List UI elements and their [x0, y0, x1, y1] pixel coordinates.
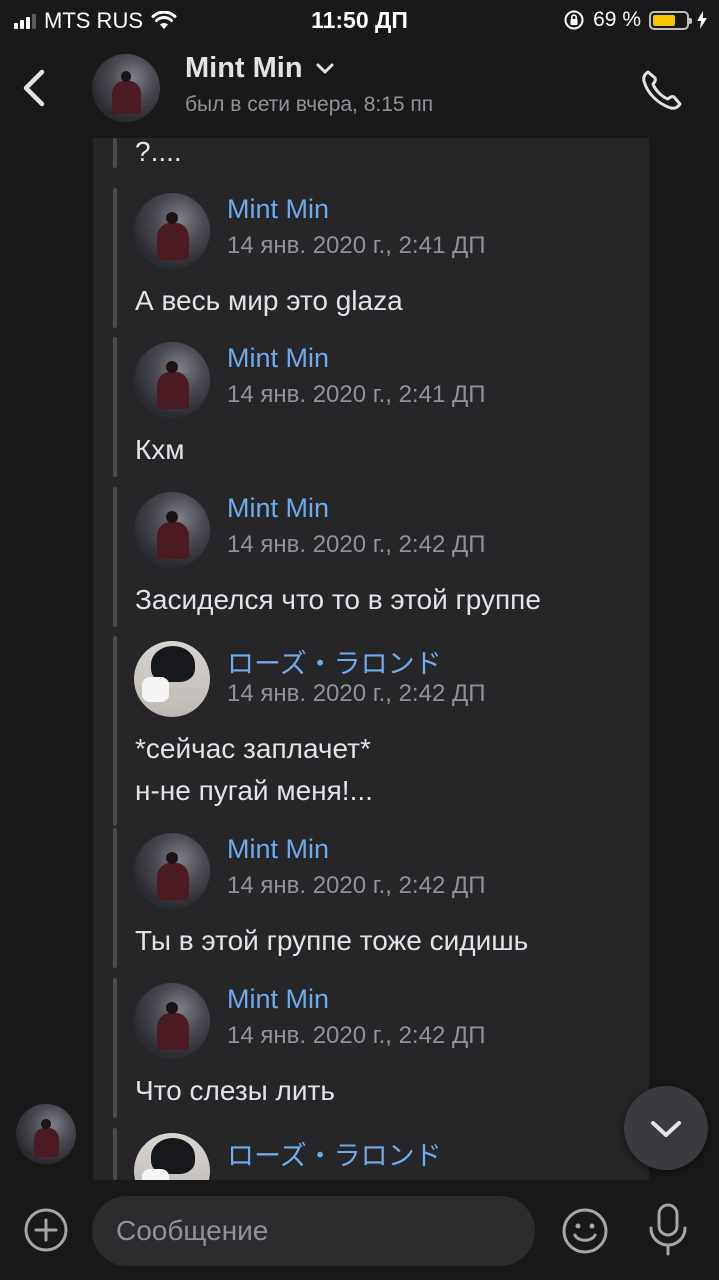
message-line: Что слезы лить [135, 1075, 335, 1106]
message-text: Что слезы лить [135, 1070, 335, 1112]
avatar[interactable] [134, 492, 210, 568]
avatar[interactable] [134, 342, 210, 418]
message-date: 14 янв. 2020 г., 2:42 ДП [227, 1022, 486, 1049]
message-input[interactable] [92, 1196, 535, 1266]
forward-bar [113, 188, 117, 328]
author-name[interactable]: ローズ・ラロンド [227, 642, 442, 681]
message-line: Кхм [135, 434, 185, 465]
author-name[interactable]: Mint Min [227, 493, 329, 524]
forward-bar [113, 978, 117, 1118]
microphone-icon[interactable] [646, 1202, 690, 1258]
message-date: 14 янв. 2020 г., 2:42 ДП [227, 531, 486, 558]
avatar[interactable] [134, 983, 210, 1059]
forwarded-message[interactable]: ローズ・ラロンド [113, 1128, 633, 1180]
forwarded-message[interactable]: Mint Min 14 янв. 2020 г., 2:41 ДП Кхм [113, 337, 633, 477]
author-name[interactable]: Mint Min [227, 984, 329, 1015]
chat-header: Mint Min был в сети вчера, 8:15 пп [0, 40, 719, 136]
message-date: 14 янв. 2020 г., 2:41 ДП [227, 381, 486, 408]
avatar[interactable] [134, 641, 210, 717]
message-text: Кхм [135, 429, 185, 471]
message-line: А весь мир это glaza [135, 285, 403, 316]
message-line: Ты в этой группе тоже сидишь [135, 925, 529, 956]
forwarded-message[interactable]: Mint Min 14 янв. 2020 г., 2:42 ДП Засиделс… [113, 487, 633, 627]
sender-avatar[interactable] [16, 1104, 76, 1164]
avatar[interactable] [134, 193, 210, 269]
author-name[interactable]: Mint Min [227, 834, 329, 865]
forward-bar [113, 1128, 117, 1180]
message-date: 14 янв. 2020 г., 2:41 ДП [227, 232, 486, 259]
rotation-lock-icon [564, 10, 584, 30]
forwarded-message[interactable]: Mint Min 14 янв. 2020 г., 2:42 ДП Ты в это… [113, 828, 633, 968]
phone-icon[interactable] [638, 66, 686, 114]
message-date: 14 янв. 2020 г., 2:42 ДП [227, 872, 486, 899]
avatar[interactable] [134, 1133, 210, 1180]
battery-icon [649, 10, 692, 30]
chat-title-text: Mint Min [185, 52, 303, 84]
forwarded-message[interactable]: Mint Min 14 янв. 2020 г., 2:42 ДП Что слез… [113, 978, 633, 1118]
message-text: А весь мир это glaza [135, 280, 403, 322]
message-date: 14 янв. 2020 г., 2:42 ДП [227, 680, 486, 707]
chat-title[interactable]: Mint Min [185, 52, 335, 85]
attach-plus-icon[interactable] [22, 1206, 70, 1254]
message-text: *сейчас заплачет* н-не пугай меня!... [135, 728, 373, 812]
message-text: Засиделся что то в этой группе [135, 579, 541, 621]
forward-bar [113, 636, 117, 826]
forward-bar [113, 138, 117, 168]
avatar[interactable] [92, 54, 160, 122]
chevron-down-icon [316, 63, 334, 73]
battery-percent: 69 % [593, 8, 641, 31]
author-name[interactable]: Mint Min [227, 343, 329, 374]
message-line: Засиделся что то в этой группе [135, 584, 541, 615]
charging-icon [697, 11, 707, 29]
last-seen-status: был в сети вчера, 8:15 пп [185, 93, 434, 116]
chevron-down-icon [651, 1121, 681, 1137]
forward-bar [113, 487, 117, 627]
message-text: Ты в этой группе тоже сидишь [135, 920, 528, 962]
author-name[interactable]: ローズ・ラロンド [227, 1134, 442, 1173]
chevron-left-icon[interactable] [18, 66, 52, 110]
avatar[interactable] [134, 833, 210, 909]
status-bar: MTS RUS 11:50 ДП 69 % [0, 0, 719, 40]
forwarded-message[interactable]: Mint Min 14 янв. 2020 г., 2:41 ДП А весь м… [113, 188, 633, 328]
forwarded-message[interactable]: ローズ・ラロンド 14 янв. 2020 г., 2:42 ДП *сейчас … [113, 636, 633, 826]
forward-bar [113, 828, 117, 968]
message-line: *сейчас заплачет* [135, 733, 371, 764]
battery-group: 69 % [563, 8, 707, 32]
forward-bar [113, 337, 117, 477]
emoji-icon[interactable] [560, 1206, 610, 1256]
message-line: н-не пугай меня!... [135, 775, 373, 806]
message-text: ?.... [135, 136, 182, 167]
scroll-down-button[interactable] [624, 1086, 708, 1170]
author-name[interactable]: Mint Min [227, 194, 329, 225]
